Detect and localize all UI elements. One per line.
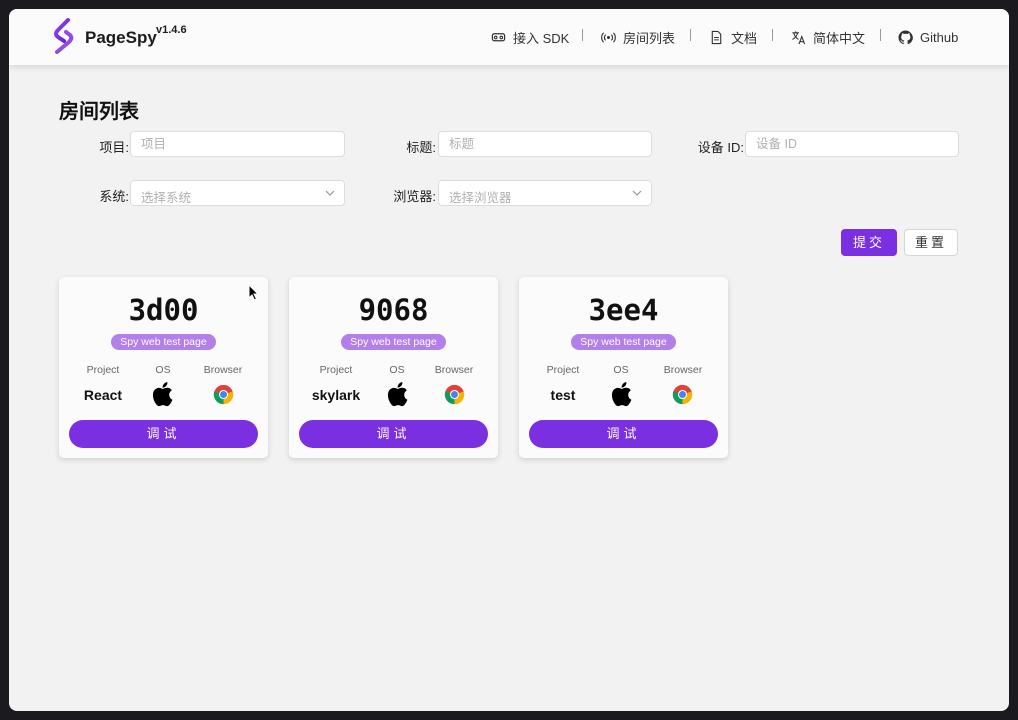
- browser-column-label: Browser: [203, 364, 243, 376]
- os-label: 系统:: [99, 189, 129, 204]
- nav-divider: [880, 29, 881, 41]
- nav-divider: [582, 29, 583, 41]
- os-select-placeholder: 选择系统: [141, 191, 192, 205]
- room-card: 3d00 Spy web test page Project OS Browse…: [59, 277, 268, 458]
- vr-headset-icon: [491, 32, 506, 41]
- os-column-label: OS: [389, 364, 405, 376]
- submit-button[interactable]: 提交: [841, 229, 897, 256]
- project-label: 项目:: [99, 140, 129, 155]
- nav-sdk-label: 接入 SDK: [513, 30, 570, 46]
- os-column-label: OS: [613, 364, 629, 376]
- project-field[interactable]: [130, 131, 345, 157]
- project-name: React: [83, 387, 123, 403]
- apple-icon: [387, 382, 408, 407]
- room-id: 3ee4: [588, 293, 659, 327]
- debug-button[interactable]: 调试: [299, 420, 488, 448]
- debug-button[interactable]: 调试: [529, 420, 718, 448]
- project-name: test: [550, 387, 576, 403]
- top-nav-bar: PageSpy v1.4.6 接入 SDK 房间列表 文档 简体中文 Githu…: [9, 9, 1009, 65]
- os-select[interactable]: 选择系统: [130, 180, 345, 206]
- browser-select-placeholder: 选择浏览器: [449, 191, 512, 205]
- nav-github[interactable]: Github: [898, 28, 958, 46]
- room-id: 9068: [358, 293, 429, 327]
- os-column-label: OS: [155, 364, 171, 376]
- page-title: 房间列表: [59, 101, 139, 123]
- apple-icon: [611, 382, 632, 407]
- chrome-icon: [444, 384, 465, 405]
- mouse-cursor-icon: [248, 284, 259, 301]
- nav-rooms[interactable]: 房间列表: [601, 28, 675, 46]
- github-icon: [898, 29, 913, 44]
- project-column-label: Project: [546, 364, 580, 376]
- device-id-field[interactable]: [745, 131, 959, 157]
- project-input[interactable]: [131, 132, 344, 156]
- nav-sdk[interactable]: 接入 SDK: [491, 28, 569, 46]
- app-version: v1.4.6: [156, 24, 187, 36]
- chevron-down-icon: [325, 190, 335, 196]
- room-card: 9068 Spy web test page Project OS Browse…: [289, 277, 498, 458]
- device-id-label: 设备 ID:: [697, 140, 744, 155]
- room-card: 3ee4 Spy web test page Project OS Browse…: [519, 277, 728, 458]
- browser-select[interactable]: 选择浏览器: [438, 180, 652, 206]
- broadcast-icon: [601, 31, 616, 43]
- reset-button[interactable]: 重置: [904, 229, 958, 256]
- project-column-label: Project: [319, 364, 353, 376]
- nav-divider: [690, 29, 691, 41]
- title-label: 标题:: [406, 140, 436, 155]
- project-column-label: Project: [86, 364, 120, 376]
- room-tag: Spy web test page: [111, 334, 216, 350]
- nav-divider: [772, 29, 773, 41]
- app-name: PageSpy: [85, 28, 157, 47]
- project-name: skylark: [311, 387, 361, 403]
- app-window: PageSpy v1.4.6 接入 SDK 房间列表 文档 简体中文 Githu…: [9, 9, 1009, 711]
- chevron-down-icon: [632, 190, 642, 196]
- nav-rooms-label: 房间列表: [623, 30, 676, 46]
- room-tag: Spy web test page: [341, 334, 446, 350]
- browser-label: 浏览器:: [393, 189, 436, 204]
- title-input[interactable]: [439, 132, 651, 156]
- browser-column-label: Browser: [663, 364, 703, 376]
- pagespy-logo[interactable]: [50, 18, 76, 54]
- room-tag: Spy web test page: [571, 334, 676, 350]
- apple-icon: [152, 382, 173, 407]
- browser-column-label: Browser: [434, 364, 474, 376]
- nav-docs-label: 文档: [731, 30, 758, 46]
- debug-button[interactable]: 调试: [69, 420, 258, 448]
- translate-icon: [792, 30, 806, 44]
- device-id-input[interactable]: [746, 132, 958, 156]
- document-icon: [711, 30, 722, 44]
- chrome-icon: [213, 384, 234, 405]
- nav-language-label: 简体中文: [813, 30, 866, 46]
- nav-docs[interactable]: 文档: [709, 28, 757, 46]
- nav-language[interactable]: 简体中文: [791, 28, 865, 46]
- room-id: 3d00: [128, 293, 199, 327]
- nav-github-label: Github: [920, 29, 959, 45]
- title-field[interactable]: [438, 131, 652, 157]
- chrome-icon: [672, 384, 693, 405]
